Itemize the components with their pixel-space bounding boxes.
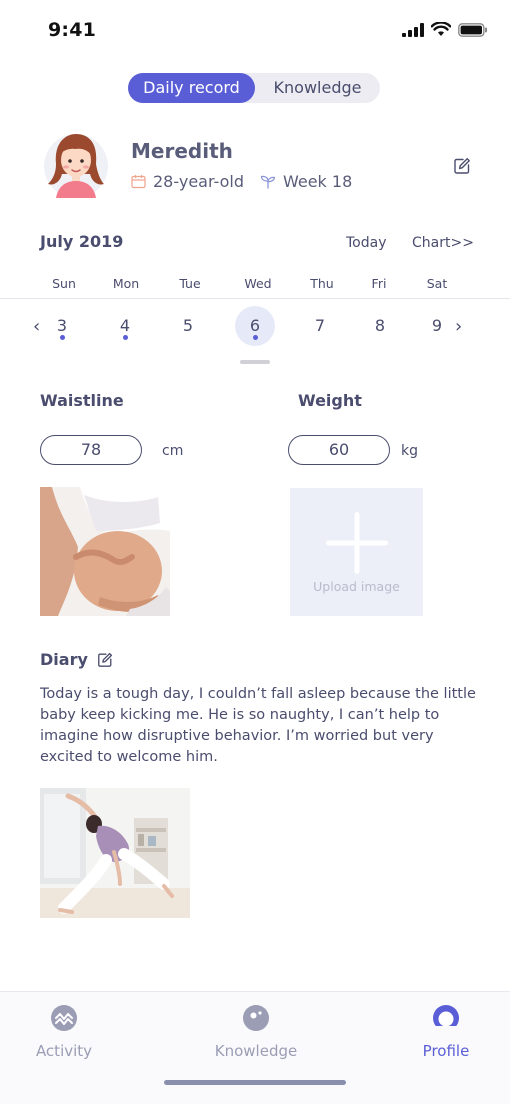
record-dot <box>59 335 65 340</box>
home-indicator <box>164 1080 346 1085</box>
date-9[interactable]: 9 <box>417 306 457 346</box>
diary-text: Today is a tough day, I couldn’t fall as… <box>40 686 476 765</box>
nav-profile-label: Profile <box>422 1042 470 1060</box>
wifi-icon <box>431 22 451 36</box>
weekday-header: Sun Mon Tue Wed Thu Fri Sat <box>30 276 480 294</box>
weekday-label: Sat <box>426 276 448 291</box>
weekday-label: Sun <box>52 276 76 291</box>
sprout-icon <box>260 175 276 189</box>
nav-knowledge[interactable]: Knowledge <box>196 1004 316 1060</box>
status-icons <box>402 22 488 37</box>
date-4[interactable]: 4 <box>105 306 145 346</box>
nav-knowledge-label: Knowledge <box>214 1042 298 1060</box>
date-5[interactable]: 5 <box>168 306 208 346</box>
waistline-unit: cm <box>162 443 184 459</box>
tab-knowledge[interactable]: Knowledge <box>255 73 380 103</box>
weekday-label: Tue <box>179 276 201 291</box>
weekday-label: Mon <box>112 276 140 291</box>
belly-photo[interactable] <box>40 487 170 616</box>
knowledge-icon <box>243 1005 269 1031</box>
profile-meta: 28-year-old Week 18 <box>131 172 352 191</box>
weekday-label: Thu <box>310 276 334 291</box>
date-8[interactable]: 8 <box>360 306 400 346</box>
bottom-nav: Activity Knowledge Profile <box>0 992 510 1104</box>
waistline-label: Waistline <box>40 391 124 410</box>
upload-image-label: Upload image <box>313 579 400 594</box>
edit-diary-icon[interactable] <box>97 652 113 668</box>
record-dot <box>252 335 258 340</box>
profile-age: 28-year-old <box>153 172 244 191</box>
weight-input[interactable]: 60 <box>288 435 390 465</box>
chevron-right-icon[interactable]: › <box>455 316 462 337</box>
profile-icon <box>432 1005 460 1032</box>
plus-icon <box>326 512 388 574</box>
calendar-icon <box>131 175 146 189</box>
drag-handle[interactable] <box>240 360 270 364</box>
battery-icon <box>458 22 487 37</box>
date-3[interactable]: 3 <box>42 306 82 346</box>
weight-unit: kg <box>401 443 418 459</box>
upload-image-button[interactable]: Upload image <box>290 488 423 616</box>
waistline-input[interactable]: 78 <box>40 435 142 465</box>
today-link[interactable]: Today <box>346 235 387 251</box>
tab-daily-record[interactable]: Daily record <box>128 73 255 103</box>
weekday-label: Fri <box>371 276 387 291</box>
profile-name: Meredith <box>131 139 233 163</box>
nav-activity[interactable]: Activity <box>4 1004 124 1060</box>
avatar <box>44 134 108 198</box>
weight-label: Weight <box>298 391 362 410</box>
diary-title: Diary <box>40 650 88 669</box>
signal-icon <box>402 22 424 37</box>
activity-icon <box>51 1005 77 1031</box>
nav-activity-label: Activity <box>35 1042 93 1060</box>
month-title: July 2019 <box>40 232 124 251</box>
date-7[interactable]: 7 <box>300 306 340 346</box>
calendar-divider <box>0 298 510 299</box>
profile-week: Week 18 <box>282 172 353 191</box>
date-strip: 3 4 5 6 7 8 9 <box>0 306 510 356</box>
chart-link[interactable]: Chart>> <box>412 235 474 251</box>
yoga-photo[interactable] <box>40 788 190 918</box>
date-6-selected[interactable]: 6 <box>235 306 275 346</box>
record-dot <box>122 335 128 340</box>
nav-profile[interactable]: Profile <box>386 1004 506 1060</box>
weekday-label: Wed <box>244 276 272 291</box>
status-time: 9:41 <box>48 19 97 41</box>
edit-profile-icon[interactable] <box>453 157 471 175</box>
segmented-control: Daily record Knowledge <box>128 73 380 103</box>
